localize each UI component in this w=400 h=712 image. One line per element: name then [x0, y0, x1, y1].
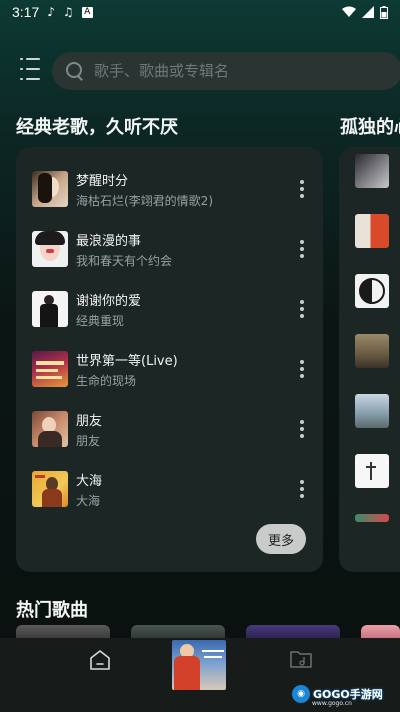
watermark-icon: ◉: [292, 685, 310, 703]
song-subtitle: 海枯石烂(李翊君的情歌2): [76, 193, 213, 208]
album-thumb[interactable]: [355, 394, 389, 428]
song-item[interactable]: 大海 大海: [32, 471, 312, 508]
playlist-card-classic: 梦醒时分 海枯石烂(李翊君的情歌2) 最浪漫的事 我和春天有个约会 谢谢你的爱 …: [16, 147, 323, 572]
song-subtitle: 朋友: [76, 433, 101, 448]
album-thumb[interactable]: [355, 154, 389, 188]
section-title-lonely: 孤独的心: [340, 117, 400, 138]
album-cover: [32, 351, 68, 387]
more-options-icon[interactable]: [292, 477, 312, 501]
hot-song-card[interactable]: [16, 625, 110, 639]
song-title: 最浪漫的事: [76, 233, 142, 249]
section-title-hot: 热门歌曲: [16, 600, 88, 621]
album-cover: [32, 231, 68, 267]
more-button[interactable]: 更多: [256, 524, 306, 554]
status-time: 3:17: [12, 4, 40, 20]
song-title: 大海: [76, 473, 103, 489]
music-note-icon: ♫: [62, 5, 74, 19]
song-item[interactable]: 最浪漫的事 我和春天有个约会: [32, 231, 312, 268]
cellular-signal-icon: [362, 6, 374, 18]
album-cover: [32, 471, 68, 507]
search-icon: [66, 62, 84, 80]
more-options-icon[interactable]: [292, 417, 312, 441]
hot-song-card[interactable]: [131, 625, 225, 639]
more-options-icon[interactable]: [292, 237, 312, 261]
tiktok-icon: ♪: [47, 5, 55, 19]
album-cover: [32, 291, 68, 327]
song-title: 梦醒时分: [76, 173, 129, 189]
song-title: 世界第一等(Live): [76, 353, 178, 369]
search-input[interactable]: [94, 62, 344, 80]
song-item[interactable]: 朋友 朋友: [32, 411, 312, 448]
album-thumb[interactable]: [355, 214, 389, 248]
song-title: 谢谢你的爱: [76, 293, 142, 309]
song-item[interactable]: 梦醒时分 海枯石烂(李翊君的情歌2): [32, 171, 312, 208]
song-item[interactable]: 谢谢你的爱 经典重现: [32, 291, 312, 328]
album-cover: [32, 411, 68, 447]
song-subtitle: 经典重现: [76, 313, 125, 328]
more-options-icon[interactable]: [292, 177, 312, 201]
music-folder-icon[interactable]: [289, 647, 313, 671]
now-playing-cover[interactable]: [172, 640, 226, 690]
playlist-card-lonely: [339, 147, 400, 572]
album-thumb[interactable]: [355, 454, 389, 488]
song-subtitle: 生命的现场: [76, 373, 137, 388]
search-bar[interactable]: [52, 52, 400, 90]
watermark-url: www.gogo.cn: [312, 700, 352, 707]
status-bar: 3:17 ♪ ♫ A: [0, 0, 400, 24]
watermark-logo: ◉ GOGO手游网 www.gogo.cn: [292, 683, 383, 707]
song-item[interactable]: 世界第一等(Live) 生命的现场: [32, 351, 312, 388]
song-title: 朋友: [76, 413, 103, 429]
more-options-icon[interactable]: [292, 357, 312, 381]
font-a-icon: A: [81, 6, 93, 18]
menu-list-icon[interactable]: [20, 58, 44, 80]
battery-icon: [380, 5, 388, 19]
home-icon[interactable]: [88, 648, 112, 672]
more-options-icon[interactable]: [292, 297, 312, 321]
album-thumb[interactable]: [355, 334, 389, 368]
wifi-icon: [342, 6, 356, 17]
section-title-classic: 经典老歌，久听不厌: [16, 117, 178, 138]
song-subtitle: 我和春天有个约会: [76, 253, 173, 268]
hot-song-card[interactable]: [361, 625, 400, 639]
hot-song-card[interactable]: [246, 625, 340, 639]
song-subtitle: 大海: [76, 493, 101, 508]
album-thumb[interactable]: [355, 514, 389, 522]
album-thumb[interactable]: [355, 274, 389, 308]
album-cover: [32, 171, 68, 207]
